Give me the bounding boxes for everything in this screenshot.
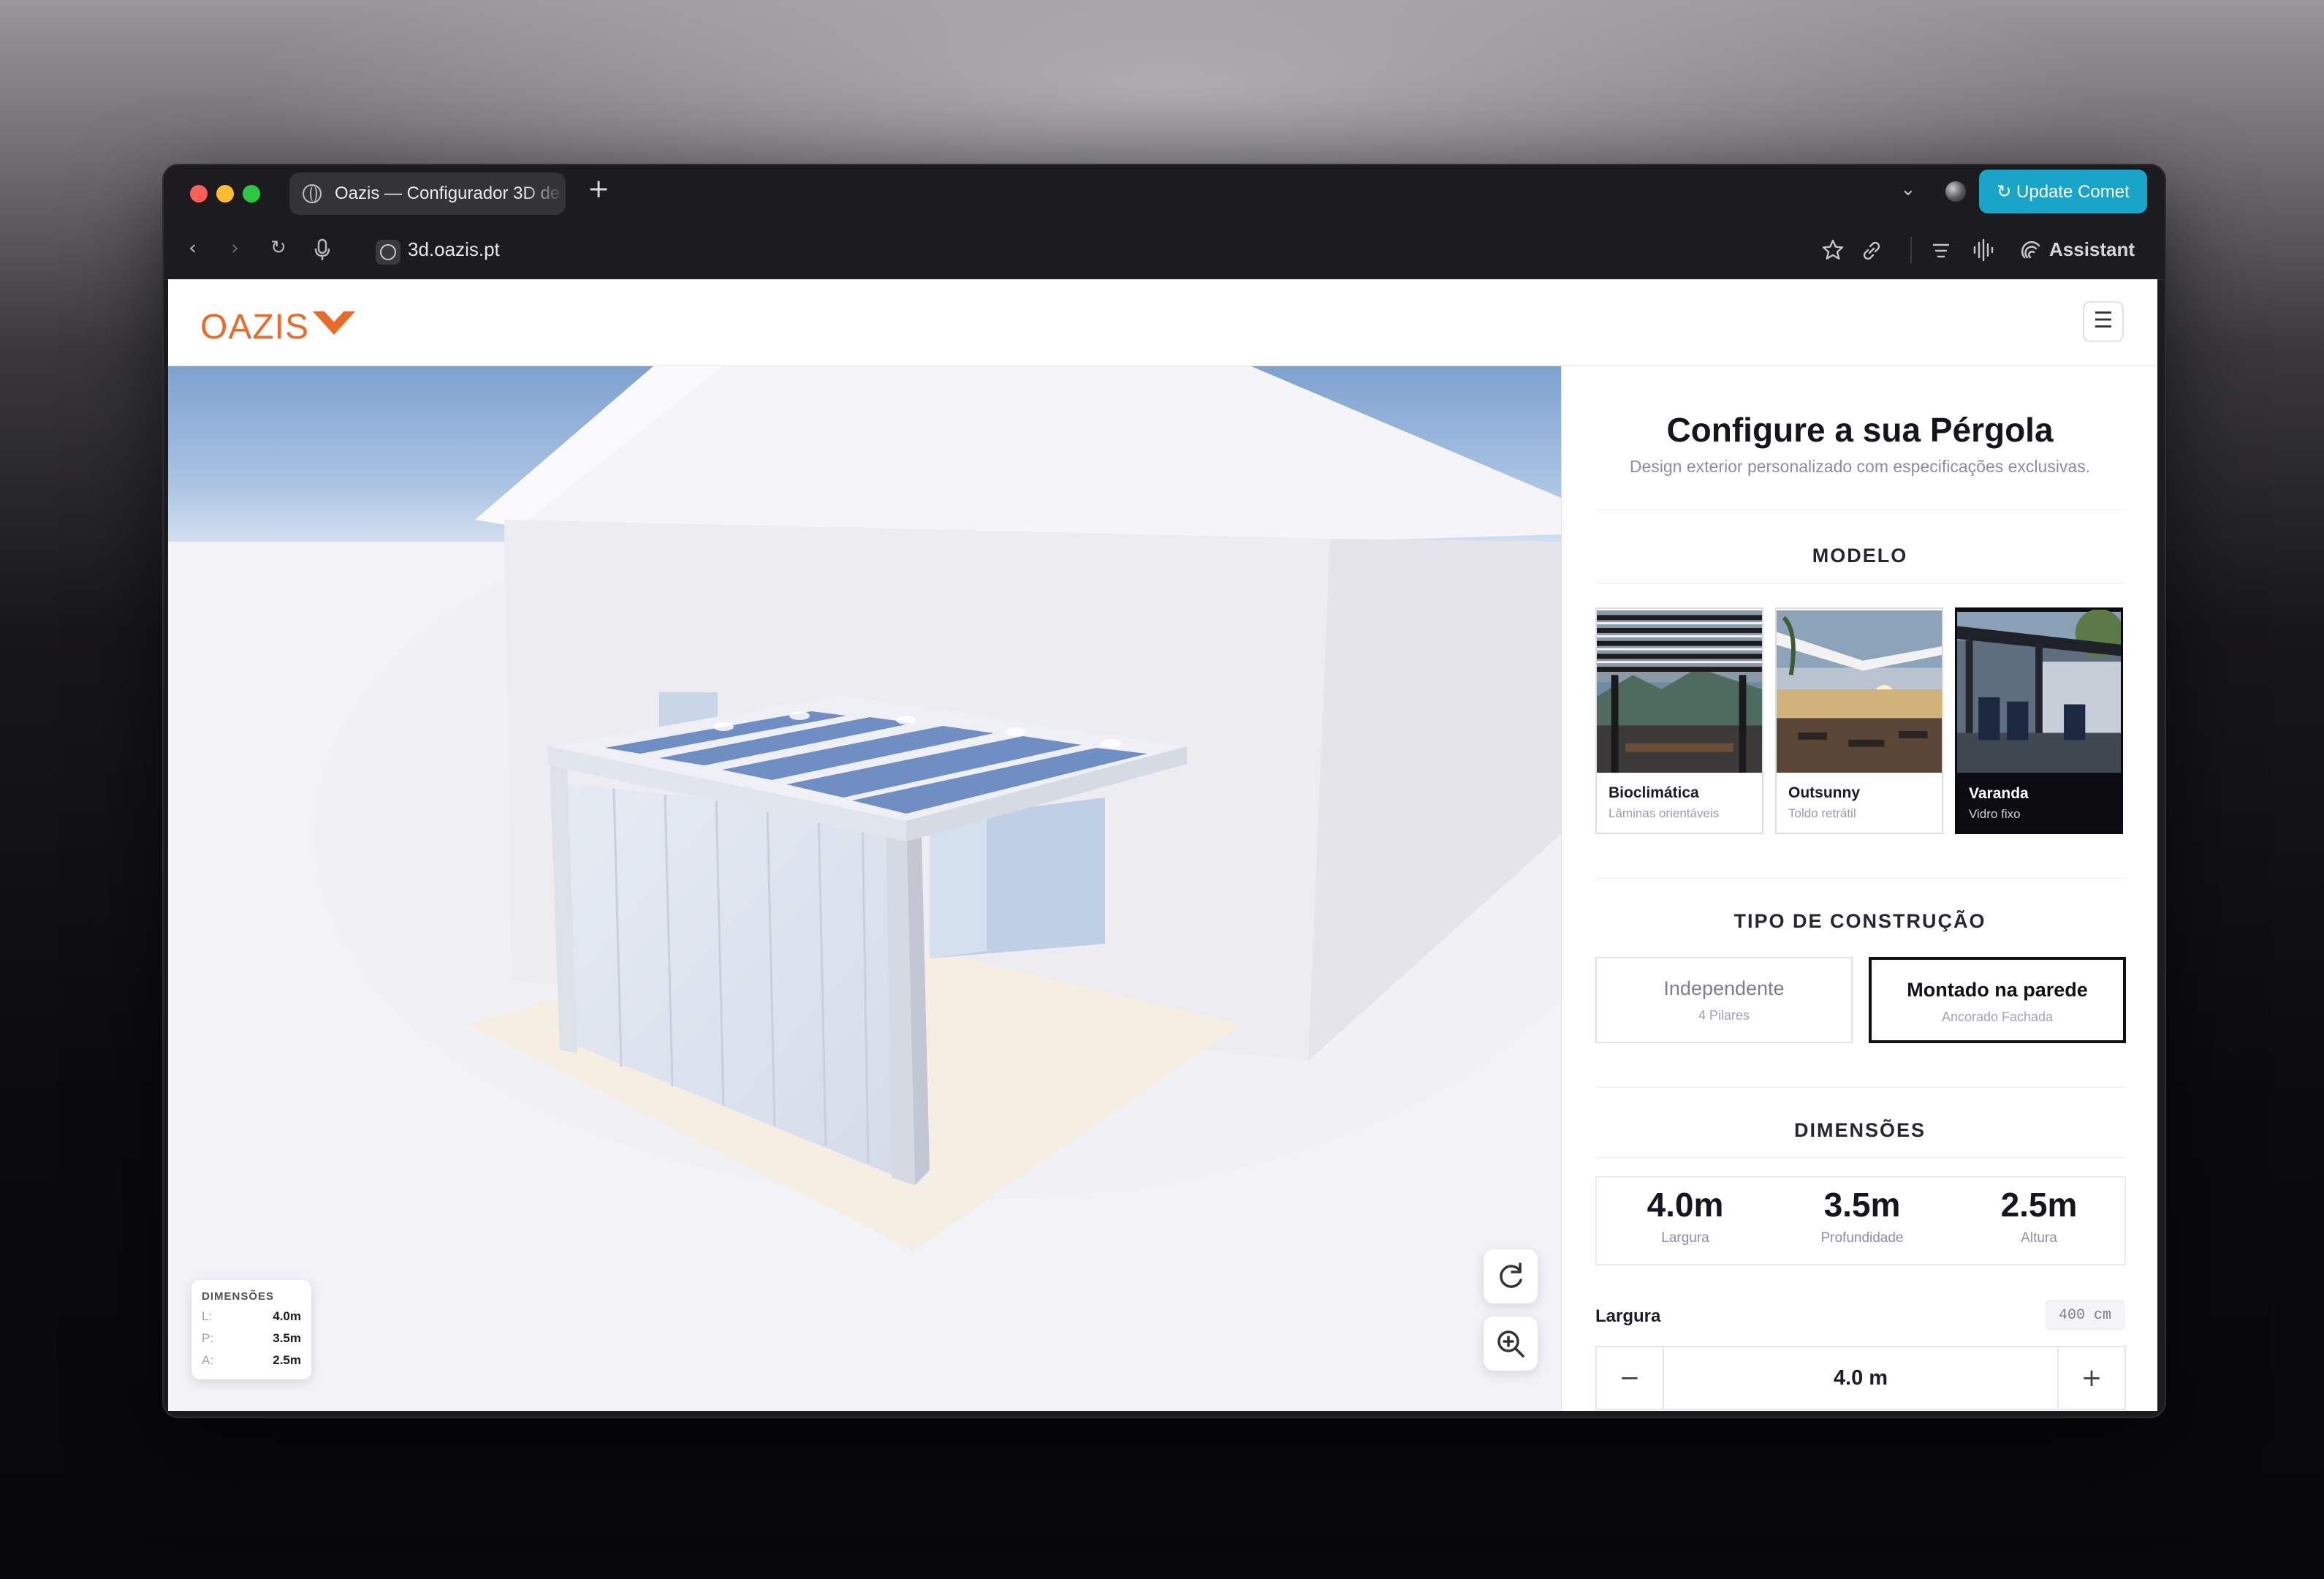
construction-sub: 4 Pilares bbox=[1698, 1008, 1750, 1023]
profile-orb-icon[interactable] bbox=[1945, 181, 1966, 202]
dimension-altura: 2.5m Altura bbox=[1951, 1185, 2127, 1246]
oazis-logo[interactable]: OAZIS bbox=[200, 307, 309, 347]
site-info-icon[interactable] bbox=[376, 240, 400, 265]
divider bbox=[1595, 878, 2126, 879]
mini-dimension-row: A: 2.5m bbox=[202, 1353, 301, 1367]
dimensions-summary-card: DIMENSÕES L: 4.0m P: 3.5m A: 2.5m bbox=[191, 1280, 311, 1379]
dimensions-summary: 4.0m Largura 3.5m Profundidade 2.5m Altu… bbox=[1595, 1176, 2126, 1265]
update-comet-button[interactable]: ↻ Update Comet bbox=[1979, 170, 2147, 213]
site-header: OAZIS ☰ bbox=[168, 279, 2157, 366]
dimension-value: 4.0m bbox=[1647, 1186, 1724, 1224]
assistant-button[interactable]: Assistant bbox=[2049, 238, 2135, 261]
chevron-down-icon[interactable]: ⌄ bbox=[1900, 178, 1916, 200]
dimension-label: Profundidade bbox=[1820, 1230, 1904, 1246]
tab-oazis[interactable]: Oazis — Configurador 3D de bbox=[289, 173, 566, 215]
address-bar[interactable]: 3d.oazis.pt bbox=[408, 238, 500, 261]
zoom-in-icon bbox=[1497, 1330, 1524, 1358]
hamburger-menu-button[interactable]: ☰ bbox=[2083, 301, 2124, 342]
model-description: Vidro fixo bbox=[1969, 807, 2021, 821]
construction-label: Independente bbox=[1663, 977, 1785, 999]
pergola-3d-scene[interactable] bbox=[168, 366, 1561, 1411]
dimension-value: 2.5m bbox=[2000, 1186, 2078, 1224]
bookmark-star-icon[interactable] bbox=[1821, 238, 1845, 265]
reload-icon[interactable]: ↻ bbox=[270, 237, 286, 259]
mini-dimensions-title: DIMENSÕES bbox=[202, 1290, 275, 1303]
model-card-outsunny[interactable]: Outsunny Toldo retrátil bbox=[1775, 607, 1943, 834]
construction-option-montado-na-parede[interactable]: Montado na parede Ancorado Fachada bbox=[1869, 957, 2126, 1043]
model-description: Lâminas orientáveis bbox=[1609, 806, 1720, 820]
dimension-label: Altura bbox=[2021, 1230, 2057, 1246]
width-decrease-button[interactable]: − bbox=[1597, 1347, 1664, 1409]
assistant-icon[interactable] bbox=[2020, 238, 2043, 265]
toolbar-separator bbox=[1910, 237, 1912, 263]
update-comet-label: Update Comet bbox=[2016, 182, 2130, 202]
globe-icon bbox=[303, 184, 322, 203]
reset-view-button[interactable] bbox=[1484, 1249, 1538, 1303]
hamburger-icon: ☰ bbox=[2093, 308, 2114, 333]
page-subtitle: Design exterior personalizado com especi… bbox=[1629, 457, 2091, 476]
oazis-logo-mark-icon bbox=[311, 306, 357, 341]
mini-dimension-row: L: 4.0m bbox=[202, 1309, 301, 1323]
dimensions-section-title: DIMENSÕES bbox=[1793, 1119, 1926, 1141]
model-name: Outsunny bbox=[1788, 784, 1860, 801]
new-tab-button[interactable]: + bbox=[588, 174, 610, 204]
outsunny-image bbox=[1777, 610, 1942, 773]
model-name: Bioclimática bbox=[1609, 784, 1699, 801]
title-bar: Oazis — Configurador 3D de + ⌄ ↻ Update … bbox=[164, 165, 2165, 222]
voice-waveform-icon[interactable] bbox=[1972, 238, 1994, 265]
page-title: Configure a sua Pérgola bbox=[1666, 411, 2054, 449]
dimension-value: 3.5m bbox=[1823, 1186, 1901, 1224]
model-card-varanda[interactable]: Varanda Vidro fixo bbox=[1955, 607, 2123, 834]
web-page: OAZIS ☰ DIMENSÕES L: 4.0m P: 3.5m A: 2.5… bbox=[168, 279, 2157, 1411]
reset-view-icon bbox=[1500, 1262, 1522, 1288]
model-description: Toldo retrátil bbox=[1788, 806, 1856, 820]
maximize-window-button[interactable] bbox=[243, 185, 260, 202]
divider bbox=[1595, 1157, 2126, 1158]
construction-label: Montado na parede bbox=[1907, 979, 2088, 1001]
construction-sub: Ancorado Fachada bbox=[1941, 1010, 2054, 1024]
model-section-title: MODELO bbox=[1812, 545, 1908, 567]
dimension-label: Largura bbox=[1661, 1230, 1709, 1246]
dimension-largura: 4.0m Largura bbox=[1597, 1185, 1774, 1246]
width-increase-button[interactable]: + bbox=[2057, 1347, 2124, 1409]
configurator-panel: Configure a sua Pérgola Design exterior … bbox=[1561, 366, 2157, 1411]
close-window-button[interactable] bbox=[190, 185, 208, 202]
zoom-in-button[interactable] bbox=[1484, 1317, 1538, 1371]
refresh-icon: ↻ bbox=[1997, 181, 2012, 202]
mini-dimension-row: P: 3.5m bbox=[202, 1331, 301, 1345]
dimension-profundidade: 3.5m Profundidade bbox=[1774, 1185, 1951, 1246]
browser-window: Oazis — Configurador 3D de + ⌄ ↻ Update … bbox=[162, 164, 2166, 1418]
width-cm-badge: 400 cm bbox=[2046, 1300, 2124, 1330]
varanda-image bbox=[1957, 610, 2121, 773]
width-stepper: − 4.0 m + bbox=[1595, 1346, 2126, 1410]
back-icon[interactable]: ‹ bbox=[189, 235, 197, 260]
construction-section-title: TIPO DE CONSTRUÇÃO bbox=[1733, 910, 1986, 932]
reader-list-icon[interactable] bbox=[1931, 241, 1951, 264]
minimize-window-button[interactable] bbox=[216, 185, 234, 202]
width-label: Largura bbox=[1595, 1306, 1661, 1326]
construction-option-independente[interactable]: Independente 4 Pilares bbox=[1595, 957, 1853, 1043]
model-name: Varanda bbox=[1969, 785, 2029, 802]
bioclimatica-image bbox=[1597, 610, 1762, 773]
link-icon[interactable] bbox=[1861, 240, 1883, 265]
forward-icon[interactable]: › bbox=[231, 235, 239, 260]
model-card-bioclimatica[interactable]: Bioclimática Lâminas orientáveis bbox=[1595, 607, 1763, 834]
3d-viewport[interactable]: DIMENSÕES L: 4.0m P: 3.5m A: 2.5m bbox=[168, 366, 1561, 1411]
width-value[interactable]: 4.0 m bbox=[1664, 1347, 2057, 1409]
microphone-icon[interactable] bbox=[314, 238, 330, 265]
divider bbox=[1595, 1087, 2126, 1088]
